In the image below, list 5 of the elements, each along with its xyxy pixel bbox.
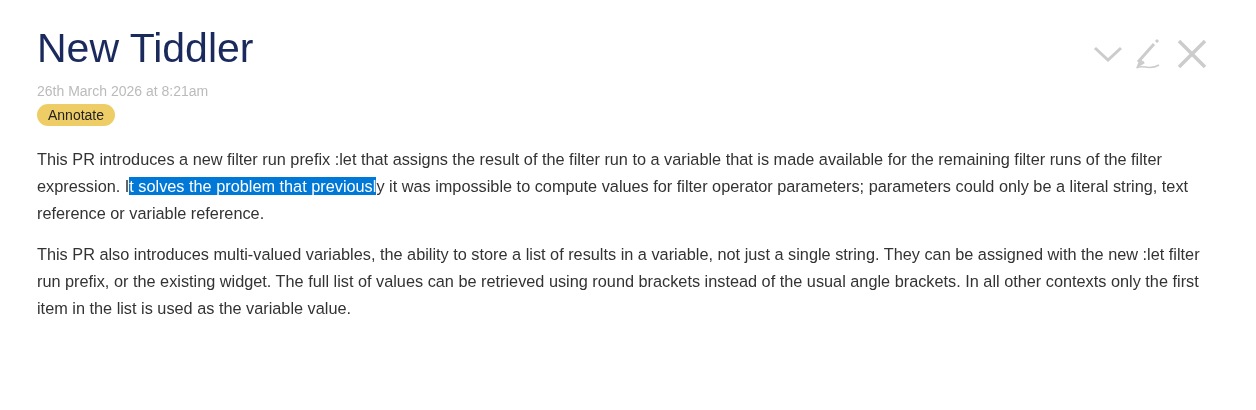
tiddler-title: New Tiddler xyxy=(37,24,254,73)
tag[interactable]: Annotate xyxy=(37,104,116,126)
body-paragraph: This PR also introduces multi-valued variables, the ability to store a list of results in a variable, not just a single string. They can be assigned with the new :let filter run prefix, or the existing widget. The full list of values can be retrieved using round brackets instead of the usual angle brackets. In all other contexts only the first item in the list is used as the variable value. xyxy=(37,244,1201,319)
close-icon[interactable] xyxy=(1176,38,1208,70)
modified-date: 26th March 2026 at 8:21am xyxy=(37,83,210,99)
